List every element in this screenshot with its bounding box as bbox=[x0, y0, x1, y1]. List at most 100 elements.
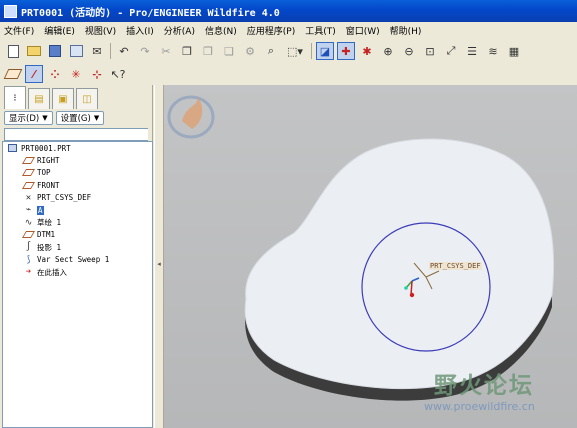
watermark-flame bbox=[182, 97, 203, 129]
context-help-button[interactable]: ↖? bbox=[109, 65, 127, 83]
paste-special-button[interactable]: ❏ bbox=[220, 42, 238, 60]
refit-button[interactable]: ⊡ bbox=[421, 42, 439, 60]
datum-axis-icon: ⌁ bbox=[25, 205, 32, 216]
chevron-down-icon: ▼ bbox=[42, 114, 48, 122]
menu-file[interactable]: 文件(F) bbox=[4, 24, 34, 37]
datum-plane-icon bbox=[21, 230, 36, 240]
scissors-icon: ✂ bbox=[161, 44, 171, 58]
csys-tag: PRT_CSYS_DEF bbox=[429, 262, 482, 270]
datum-plane-icon bbox=[3, 69, 23, 79]
tree-item-sweep[interactable]: ⟆ Var Sect Sweep 1 bbox=[3, 254, 152, 266]
menu-edit[interactable]: 编辑(E) bbox=[44, 24, 75, 37]
datum-axis-tool-button[interactable]: ⁄ bbox=[25, 65, 43, 83]
tree-item-dtm1[interactable]: DTM1 bbox=[3, 229, 152, 241]
tree-item-label: RIGHT bbox=[37, 156, 60, 166]
tree-filter-bar bbox=[4, 128, 148, 141]
zoom-in-button[interactable]: ⊕ bbox=[379, 42, 397, 60]
tab-favorites[interactable]: ▣ bbox=[52, 88, 74, 109]
sweep-icon: ⟆ bbox=[25, 254, 32, 265]
tab-folder-browser[interactable]: ▤ bbox=[28, 88, 50, 109]
menu-info[interactable]: 信息(N) bbox=[205, 24, 237, 37]
panel-splitter[interactable]: ◂ bbox=[154, 85, 164, 428]
open-file-button[interactable] bbox=[25, 42, 43, 60]
print-button[interactable] bbox=[67, 42, 85, 60]
regenerate-icon: ⚙ bbox=[245, 44, 255, 58]
new-file-button[interactable] bbox=[4, 42, 22, 60]
tree-item-label: DTM1 bbox=[37, 230, 56, 240]
regenerate-button[interactable]: ⚙ bbox=[241, 42, 259, 60]
selection-box-button[interactable]: ⬚▾ bbox=[283, 42, 307, 60]
copy-icon: ❐ bbox=[182, 44, 192, 58]
paste-icon: ❐ bbox=[203, 44, 213, 58]
menu-view[interactable]: 视图(V) bbox=[85, 24, 116, 37]
redo-button[interactable]: ↷ bbox=[136, 42, 154, 60]
view-manager-button[interactable]: ▦ bbox=[505, 42, 523, 60]
menu-tools[interactable]: 工具(T) bbox=[305, 24, 336, 37]
print-icon bbox=[69, 45, 83, 57]
csys-tool-button[interactable]: ⊹ bbox=[88, 65, 106, 83]
folder-browser-icon: ▤ bbox=[34, 93, 44, 105]
copy-button[interactable]: ❐ bbox=[178, 42, 196, 60]
window-title: PRT0001 (活动的) - Pro/ENGINEER Wildfire 4.… bbox=[21, 7, 280, 19]
menu-help[interactable]: 帮助(H) bbox=[390, 24, 422, 37]
model-tree: PRT0001.PRT RIGHT TOP FRONT ✕ PRT_CSYS_D… bbox=[2, 141, 153, 428]
reorient-button[interactable]: ⤢ bbox=[442, 42, 460, 60]
layers-icon: ≋ bbox=[488, 44, 498, 58]
settings-dropdown[interactable]: 设置(G) ▼ bbox=[55, 111, 105, 125]
layers-button[interactable]: ≋ bbox=[484, 42, 502, 60]
tree-item-label: TOP bbox=[37, 168, 51, 178]
navigator-panel: ⁝ ▤ ▣ ◫ 显示(D) ▼ 设置(G) ▼ PRT0001.PRT RIGH… bbox=[0, 85, 153, 428]
tree-item-axis-a[interactable]: ⌁ A bbox=[3, 204, 152, 216]
cut-button[interactable]: ✂ bbox=[157, 42, 175, 60]
tree-item-root[interactable]: PRT0001.PRT bbox=[3, 142, 152, 154]
show-dropdown[interactable]: 显示(D) ▼ bbox=[4, 111, 53, 125]
datum-point-tool-button[interactable]: ⁘ bbox=[46, 65, 64, 83]
tree-item-csys[interactable]: ✕ PRT_CSYS_DEF bbox=[3, 192, 152, 204]
tree-item-right[interactable]: RIGHT bbox=[3, 154, 152, 166]
new-file-icon bbox=[7, 44, 19, 58]
tree-item-label: Var Sect Sweep 1 bbox=[37, 255, 110, 265]
zoom-out-button[interactable]: ⊖ bbox=[400, 42, 418, 60]
tab-connections[interactable]: ◫ bbox=[76, 88, 98, 109]
tab-model-tree[interactable]: ⁝ bbox=[4, 86, 26, 109]
find-button[interactable]: ⌕ bbox=[262, 42, 280, 60]
triad-origin bbox=[409, 292, 415, 298]
csys-tool-icon: ⊹ bbox=[92, 67, 102, 81]
tree-item-label: PRT_CSYS_DEF bbox=[37, 193, 92, 203]
menu-insert[interactable]: 插入(I) bbox=[126, 24, 154, 37]
menu-bar: 文件(F) 编辑(E) 视图(V) 插入(I) 分析(A) 信息(N) 应用程序… bbox=[0, 22, 577, 39]
email-icon: ✉ bbox=[92, 44, 102, 58]
csys-icon: ✕ bbox=[25, 192, 32, 203]
main-toolbar: ✉ ↶ ↷ ✂ ❐ ❐ ❏ ⚙ ⌕ ⬚▾ ◪ ✚ ✱ ⊕ ⊖ ⊡ ⤢ ☰ ≋ ▦ bbox=[0, 40, 577, 62]
tree-item-top[interactable]: TOP bbox=[3, 167, 152, 179]
datum-curve-tool-button[interactable]: ✳ bbox=[67, 65, 85, 83]
toolbar-separator bbox=[110, 43, 111, 59]
datum-display-button[interactable]: ◪ bbox=[316, 42, 334, 60]
tree-item-insert-here[interactable]: ➔ 在此插入 bbox=[3, 266, 152, 278]
datum-plane-icon bbox=[21, 156, 36, 166]
tree-item-front[interactable]: FRONT bbox=[3, 179, 152, 191]
axis-display-button[interactable]: ✚ bbox=[337, 42, 355, 60]
tree-item-label: FRONT bbox=[37, 180, 60, 190]
tree-item-label: A bbox=[37, 205, 44, 215]
paste-button[interactable]: ❐ bbox=[199, 42, 217, 60]
app-icon bbox=[4, 4, 17, 18]
datum-curve-icon: ✳ bbox=[71, 67, 81, 81]
saved-views-button[interactable]: ☰ bbox=[463, 42, 481, 60]
collapse-arrow-icon[interactable]: ◂ bbox=[156, 257, 162, 271]
tree-item-sketch[interactable]: ∿ 草绘 1 bbox=[3, 216, 152, 228]
undo-button[interactable]: ↶ bbox=[115, 42, 133, 60]
axis-display-icon: ✚ bbox=[341, 44, 351, 58]
menu-applications[interactable]: 应用程序(P) bbox=[247, 24, 295, 37]
question-cursor-icon: ↖? bbox=[110, 67, 126, 81]
save-button[interactable] bbox=[46, 42, 64, 60]
menu-window[interactable]: 窗口(W) bbox=[346, 24, 380, 37]
paste-special-icon: ❏ bbox=[224, 44, 234, 58]
email-button[interactable]: ✉ bbox=[88, 42, 106, 60]
graphics-window[interactable]: PRT_CSYS_DEF 野火论坛 www.proewildfire.cn bbox=[164, 85, 577, 428]
chevron-down-icon: ▼ bbox=[93, 114, 100, 122]
datum-plane-tool-button[interactable] bbox=[3, 65, 23, 83]
menu-analysis[interactable]: 分析(A) bbox=[164, 24, 195, 37]
tree-item-projection[interactable]: ∫ 投影 1 bbox=[3, 241, 152, 253]
spin-center-button[interactable]: ✱ bbox=[358, 42, 376, 60]
